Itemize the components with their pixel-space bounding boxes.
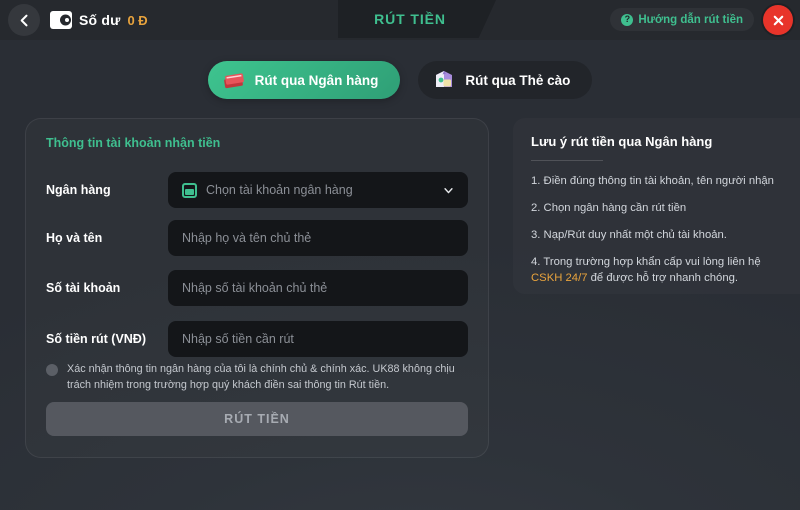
account-number-input[interactable]: Nhập số tài khoản chủ thẻ: [168, 270, 468, 306]
note-item: 4. Trong trường hợp khẩn cấp vui lòng li…: [531, 254, 791, 286]
balance-label: Số dư: [79, 12, 121, 28]
wallet-icon: [50, 11, 72, 29]
fullname-input-placeholder: Nhập họ và tên chủ thẻ: [182, 231, 312, 245]
back-button[interactable]: [8, 4, 40, 36]
withdraw-notes-panel: Lưu ý rút tiền qua Ngân hàng 1. Điền đún…: [513, 118, 800, 294]
amount-input[interactable]: Nhập số tiền cần rút: [168, 321, 468, 357]
balance-display: Số dư 0 Đ: [50, 0, 148, 40]
withdraw-guide-label: Hướng dẫn rút tiền: [638, 13, 743, 26]
withdraw-guide-button[interactable]: ? Hướng dẫn rút tiền: [610, 8, 754, 31]
field-row-fullname: Họ và tên Nhập họ và tên chủ thẻ: [46, 220, 468, 256]
withdraw-form-card: Thông tin tài khoản nhận tiền Ngân hàng …: [25, 118, 489, 458]
notes-title: Lưu ý rút tiền qua Ngân hàng: [531, 134, 713, 149]
submit-withdraw-label: RÚT TIỀN: [224, 412, 290, 426]
chevron-left-icon: [20, 14, 28, 26]
tab-withdraw-label: RÚT TIỀN: [374, 11, 446, 27]
bank-icon: [182, 182, 197, 198]
top-bar: Số dư 0 Đ RÚT TIỀN ? Hướng dẫn rút tiền: [0, 0, 800, 40]
amount-input-placeholder: Nhập số tiền cần rút: [182, 332, 294, 346]
bank-select-placeholder: Chọn tài khoản ngân hàng: [206, 183, 353, 197]
account-number-input-placeholder: Nhập số tài khoản chủ thẻ: [182, 281, 328, 295]
form-title: Thông tin tài khoản nhận tiền: [46, 136, 221, 150]
method-bank-transfer[interactable]: Rút qua Ngân hàng: [207, 61, 401, 99]
balance-value: 0 Đ: [127, 12, 148, 28]
consent-row: Xác nhận thông tin ngân hàng của tôi là …: [46, 362, 468, 393]
submit-withdraw-button[interactable]: RÚT TIỀN: [46, 402, 468, 436]
bank-select[interactable]: Chọn tài khoản ngân hàng: [168, 172, 468, 208]
method-scratch-card-label: Rút qua Thẻ cào: [465, 72, 571, 88]
note-item-text: 3. Nạp/Rút duy nhất một chủ tài khoản.: [531, 229, 727, 242]
note-item: 1. Điền đúng thông tin tài khoản, tên ng…: [531, 173, 791, 189]
field-label-amount: Số tiền rút (VNĐ): [46, 332, 146, 346]
field-label-fullname: Họ và tên: [46, 231, 103, 245]
notes-divider: [531, 160, 603, 161]
consent-checkbox[interactable]: [46, 364, 58, 376]
fullname-input[interactable]: Nhập họ và tên chủ thẻ: [168, 220, 468, 256]
field-label-bank: Ngân hàng: [46, 183, 111, 197]
note-item-text: 2. Chọn ngân hàng cần rút tiền: [531, 202, 687, 215]
consent-text: Xác nhận thông tin ngân hàng của tôi là …: [67, 363, 455, 391]
tab-withdraw[interactable]: RÚT TIỀN: [338, 0, 496, 38]
field-label-account-number: Số tài khoản: [46, 281, 121, 295]
close-icon: [773, 15, 783, 25]
question-circle-icon: ?: [621, 13, 634, 26]
scratch-card-icon: [436, 71, 453, 87]
note-item-text: 4. Trong trường hợp khẩn cấp vui lòng li…: [531, 256, 761, 269]
method-scratch-card[interactable]: Rút qua Thẻ cào: [418, 61, 593, 99]
note-item-text: 1. Điền đúng thông tin tài khoản, tên ng…: [531, 175, 774, 187]
close-button[interactable]: [763, 5, 793, 35]
note-item: 3. Nạp/Rút duy nhất một chủ tài khoản.: [531, 227, 791, 243]
field-row-bank: Ngân hàng Chọn tài khoản ngân hàng: [46, 172, 468, 208]
field-row-amount: Số tiền rút (VNĐ) Nhập số tiền cần rút: [46, 321, 468, 357]
chevron-down-icon: [444, 187, 453, 193]
note-item: 2. Chọn ngân hàng cần rút tiền: [531, 200, 791, 216]
withdraw-method-toggle-group: Rút qua Ngân hàng Rút qua Thẻ cào: [0, 61, 800, 99]
method-bank-transfer-label: Rút qua Ngân hàng: [254, 72, 379, 88]
field-row-account-number: Số tài khoản Nhập số tài khoản chủ thẻ: [46, 270, 468, 306]
cskh-link[interactable]: CSKH 24/7: [531, 272, 588, 284]
page-background: Số dư 0 Đ RÚT TIỀN ? Hướng dẫn rút tiền …: [0, 0, 800, 510]
note-item-text-tail: để được hỗ trợ nhanh chóng.: [587, 272, 739, 285]
bank-cards-icon: [223, 73, 244, 89]
